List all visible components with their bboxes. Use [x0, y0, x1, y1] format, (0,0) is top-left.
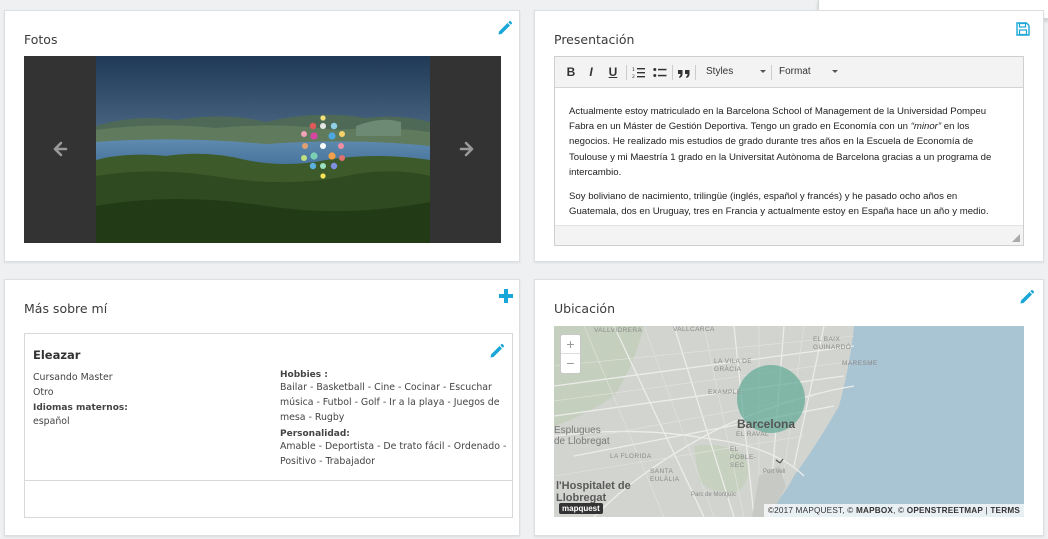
resize-handle-icon[interactable] — [1012, 234, 1020, 242]
landscape-photo[interactable] — [96, 56, 430, 243]
editor-statusbar — [555, 225, 1023, 245]
toolbar-divider — [672, 65, 673, 80]
mas-sobre-mi-card: Más sobre mí Eleazar Cursando Master Otr… — [4, 279, 520, 536]
personality-value: Amable - Deportista - De trato fácil - O… — [280, 441, 507, 467]
styles-dropdown[interactable]: Styles — [706, 66, 768, 77]
arrow-right-icon[interactable] — [458, 140, 476, 158]
map-label: LA FLORIDA — [610, 453, 652, 460]
map-city-label: Barcelona — [737, 417, 796, 431]
personality-label: Personalidad: — [280, 429, 350, 439]
terms-link[interactable]: TERMS — [990, 506, 1020, 515]
format-dropdown-label: Format — [779, 66, 811, 77]
presentation-paragraph: Actualmente estoy matriculado en la Barc… — [569, 106, 992, 178]
ubicacion-card: Ubicación VALLVIDRERA VALLCARCA LA VILA … — [534, 279, 1044, 536]
chevron-down-icon — [760, 70, 766, 73]
toolbar-divider — [771, 65, 772, 80]
profile-box: Eleazar Cursando Master Otro Idiomas mat… — [24, 333, 513, 518]
format-dropdown[interactable]: Format — [779, 66, 841, 77]
styles-dropdown-label: Styles — [706, 66, 734, 77]
zoom-out-button[interactable]: − — [561, 354, 580, 373]
fotos-title: Fotos — [24, 32, 58, 47]
photo-carousel — [24, 56, 501, 243]
map-label: EL BAIX GUINARDÓ — [813, 336, 852, 351]
profile-name: Eleazar — [33, 348, 81, 362]
map-label: Esplugues de Llobregat — [554, 425, 610, 447]
map-label: VALLVIDRERA — [594, 327, 643, 334]
hobbies-label: Hobbies : — [280, 370, 328, 380]
map-label: LA VILA DE GRÀCIA — [714, 358, 752, 373]
numbered-list-icon[interactable]: 1 2 — [632, 65, 646, 81]
presentacion-card: Presentación B I U 1 2 Styles Format Act… — [534, 10, 1044, 262]
presentacion-title: Presentación — [554, 32, 635, 47]
study-other: Otro — [33, 387, 54, 398]
map-zoom-control: + − — [560, 334, 581, 374]
pencil-icon[interactable] — [489, 343, 505, 359]
ubicacion-title: Ubicación — [554, 301, 616, 316]
location-map[interactable]: VALLVIDRERA VALLCARCA LA VILA DE GRÀCIA … — [554, 326, 1024, 517]
loading-spinner-icon — [301, 115, 345, 179]
map-label: Port Vell — [763, 469, 786, 475]
zoom-in-button[interactable]: + — [561, 335, 580, 354]
profile-divider — [25, 480, 512, 481]
presentation-text-area[interactable]: Actualmente estoy matriculado en la Barc… — [555, 88, 1023, 224]
svg-text:1: 1 — [632, 67, 635, 73]
map-label: Parc de Montjuïc — [691, 492, 737, 498]
pencil-icon[interactable] — [1019, 289, 1035, 305]
toolbar-divider — [626, 65, 627, 80]
arrow-left-icon[interactable] — [51, 140, 69, 158]
languages-label: Idiomas maternos: — [33, 403, 128, 413]
svg-text:2: 2 — [632, 74, 635, 80]
openstreetmap-link[interactable]: OPENSTREETMAP — [907, 506, 983, 515]
rich-text-editor: B I U 1 2 Styles Format Actualmente esto… — [554, 56, 1024, 246]
editor-toolbar: B I U 1 2 Styles Format — [555, 57, 1023, 88]
presentation-paragraph: Soy boliviano de nacimiento, trilingüe (… — [569, 191, 989, 218]
plus-icon[interactable] — [498, 288, 514, 304]
italic-button[interactable]: I — [584, 65, 598, 81]
chevron-down-icon — [832, 70, 838, 73]
mas-sobre-mi-title: Más sobre mí — [24, 301, 108, 316]
map-attribution: ©2017 MAPQUEST, © MAPBOX, © OPENSTREETMA… — [763, 504, 1024, 517]
mapquest-logo: mapquest — [559, 503, 603, 514]
map-label: MARESME — [842, 360, 878, 367]
study-status: Cursando Master — [33, 372, 113, 383]
underline-button[interactable]: U — [606, 65, 620, 81]
blockquote-icon[interactable] — [677, 65, 691, 81]
map-label: EL RAVAL — [736, 431, 770, 438]
save-icon[interactable] — [1015, 21, 1031, 37]
fotos-card: Fotos — [4, 10, 520, 262]
map-label: VALLCARCA — [673, 326, 715, 333]
hobbies-value: Bailar - Basketball - Cine - Cocinar - E… — [280, 382, 500, 423]
map-label: EXAMPLE — [708, 389, 742, 396]
bold-button[interactable]: B — [564, 65, 578, 81]
mapbox-link[interactable]: MAPBOX — [856, 506, 893, 515]
pencil-icon[interactable] — [497, 20, 513, 36]
map-label: EL POBLE-SEC — [730, 446, 757, 469]
map-label: SANTA EULÀLIA — [650, 468, 680, 483]
landscape-image — [96, 56, 430, 243]
toolbar-divider — [695, 65, 696, 80]
languages-value: español — [33, 416, 70, 427]
map-label: l'Hospitalet de Llobregat — [556, 480, 631, 504]
bullet-list-icon[interactable] — [653, 65, 667, 81]
